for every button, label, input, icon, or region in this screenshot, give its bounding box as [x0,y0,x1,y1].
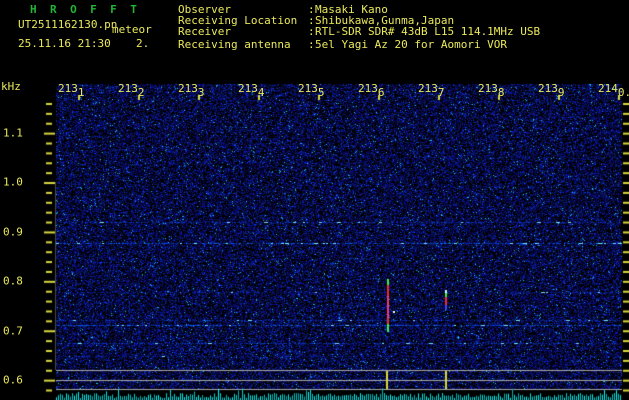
time-tick-label: 2135 [298,82,325,99]
time-tick-label: 2131 [58,82,85,99]
output-filename: UT2511162130.pn [18,18,118,31]
counter: 2. [136,37,150,50]
separator: : [308,38,315,51]
freq-tick-label: 0.8 [3,274,23,288]
time-tick-label: 2139 [538,82,565,99]
receiver-value: RTL-SDR SDR# 43dB L15 114.1MHz USB [315,25,541,38]
spectrogram-canvas [0,0,629,400]
antenna-value: 5el Yagi Az 20 for Aomori VOR [315,38,508,51]
time-tick-label: 2136 [358,82,385,99]
freq-tick-label: 1.1 [3,126,23,140]
receiver-label: Receiver [178,25,231,38]
separator: : [308,25,315,38]
time-tick-label: 2134 [238,82,265,99]
freq-tick-label: 0.6 [3,373,23,387]
antenna-label: Receiving antenna [178,38,291,51]
time-tick-label: 2137 [418,82,445,99]
time-tick-label: 2140. [598,82,629,99]
freq-axis-unit: kHz [1,80,21,93]
date-time: 25.11.16 21:30 [18,37,111,50]
time-tick-label: 2132 [118,82,145,99]
hrofft-window: H R O F F T UT2511162130.pn meteor 25.11… [0,0,629,400]
freq-tick-label: 0.9 [3,225,23,239]
app-title: H R O F F T [30,3,141,16]
freq-tick-label: 1.0 [3,175,23,189]
freq-tick-label: 0.7 [3,324,23,338]
mode-label: meteor [112,23,152,36]
time-tick-label: 2138 [478,82,505,99]
time-tick-label: 2133 [178,82,205,99]
